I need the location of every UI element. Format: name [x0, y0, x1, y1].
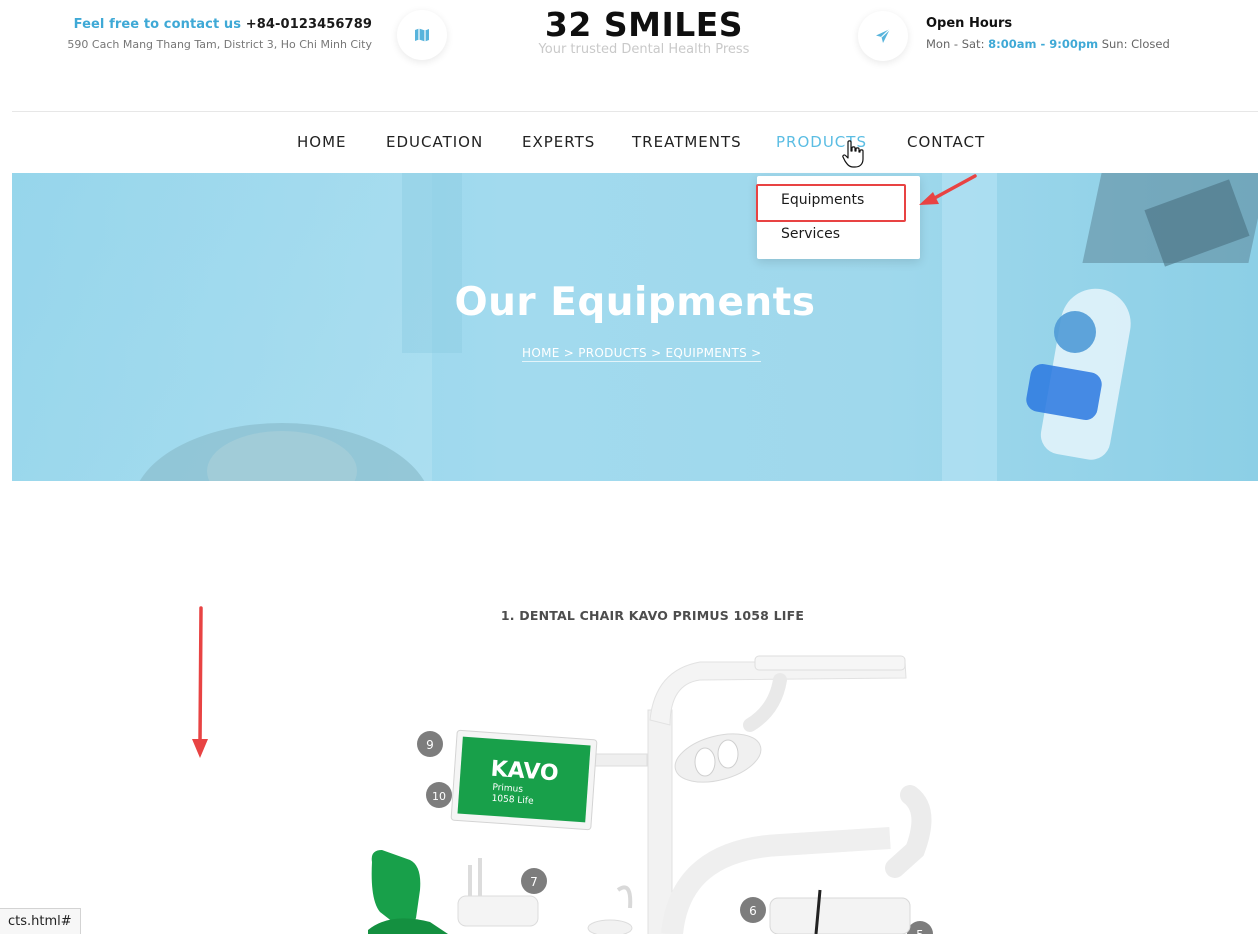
address: 590 Cach Mang Thang Tam, District 3, Ho …: [67, 38, 372, 51]
callout-7: 7: [530, 875, 538, 889]
product-title: 1. DENTAL CHAIR KAVO PRIMUS 1058 LIFE: [500, 608, 805, 623]
open-hours: Open Hours Mon - Sat: 8:00am - 9:00pm Su…: [926, 16, 1170, 51]
annotation-highlight-box: [756, 184, 906, 222]
main-nav: HOME EDUCATION EXPERTS TREATMENTS PRODUC…: [0, 133, 1258, 155]
annotation-arrow-icon: [919, 174, 977, 205]
brand[interactable]: 32 SMILES Your trusted Dental Health Pre…: [513, 6, 775, 58]
hours-suffix: Sun: Closed: [1101, 37, 1170, 51]
hours-prefix: Mon - Sat:: [926, 37, 985, 51]
hours-title: Open Hours: [926, 16, 1013, 31]
nav-contact[interactable]: CONTACT: [907, 133, 985, 151]
browser-status-bar: cts.html#: [0, 908, 81, 934]
map-icon-button[interactable]: [397, 10, 447, 60]
screen-brand: KAVO: [490, 757, 560, 787]
header-divider: [12, 111, 1258, 112]
hours-line: Mon - Sat: 8:00am - 9:00pm Sun: Closed: [926, 37, 1170, 51]
callout-9: 9: [426, 738, 434, 752]
nav-home[interactable]: HOME: [297, 133, 347, 151]
breadcrumb[interactable]: HOME > PRODUCTS > EQUIPMENTS >: [522, 346, 762, 362]
hero-title: Our Equipments: [454, 280, 816, 325]
status-url: cts.html#: [8, 914, 72, 929]
hero-bg-shape: [402, 173, 462, 353]
contact-prefix: Feel free to contact us: [73, 17, 242, 32]
hours-range: 8:00am - 9:00pm: [988, 37, 1099, 51]
nav-experts[interactable]: EXPERTS: [522, 133, 595, 151]
breadcrumb-text[interactable]: HOME > PRODUCTS > EQUIPMENTS >: [522, 346, 762, 362]
contact-line: Feel free to contact us +84-0123456789: [67, 17, 372, 32]
contact-info: Feel free to contact us +84-0123456789 5…: [67, 17, 372, 51]
brand-title[interactable]: 32 SMILES: [513, 6, 775, 44]
map-icon: [415, 28, 429, 42]
nav-education[interactable]: EDUCATION: [386, 133, 483, 151]
annotation-down-arrow-icon: [192, 606, 208, 758]
dropdown-item-services[interactable]: Services: [781, 226, 840, 242]
hand-cursor-icon: [842, 140, 864, 168]
hero-banner: Our Equipments HOME > PRODUCTS > EQUIPME…: [12, 173, 1258, 481]
dental-chair-image: KAVO Primus 1058 Life 9 10 7 6 5: [368, 655, 933, 934]
callout-6: 6: [749, 904, 757, 918]
hero-bg-shape: [942, 173, 997, 481]
paper-plane-icon: [876, 28, 891, 43]
brand-subtitle: Your trusted Dental Health Press: [538, 42, 750, 57]
send-icon-button[interactable]: [858, 11, 908, 61]
callout-5: 5: [916, 928, 924, 934]
nav-treatments[interactable]: TREATMENTS: [632, 133, 742, 151]
callout-10: 10: [432, 790, 446, 803]
phone-number[interactable]: +84-0123456789: [246, 17, 372, 32]
